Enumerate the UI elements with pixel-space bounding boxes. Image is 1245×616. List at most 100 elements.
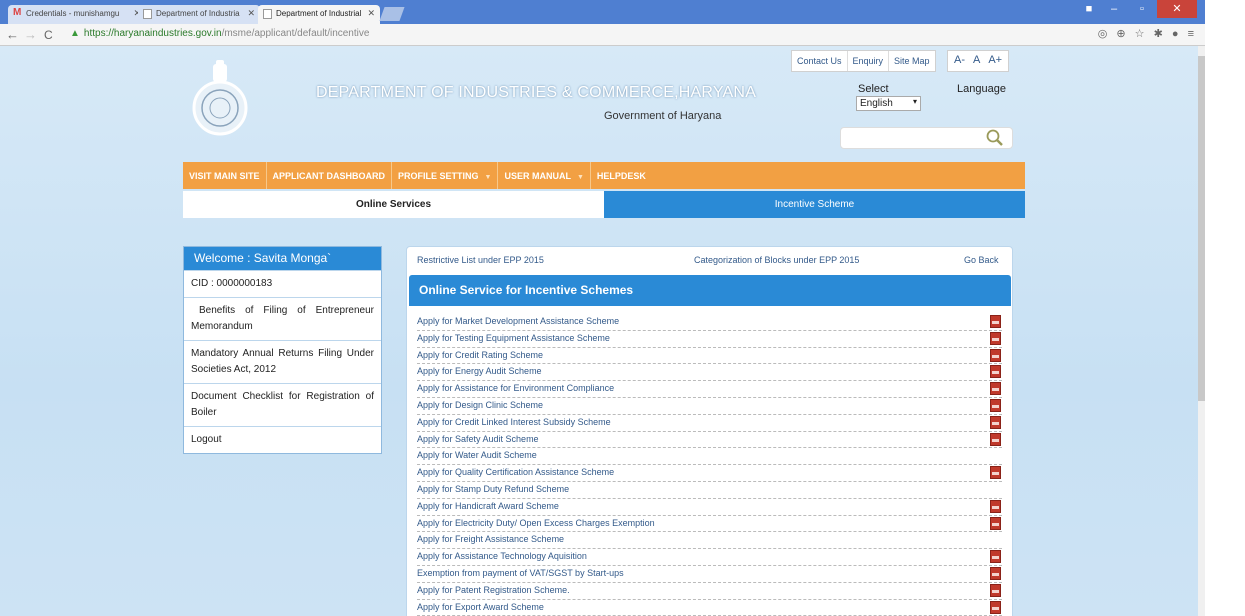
pdf-icon[interactable] xyxy=(990,550,1001,564)
scheme-link[interactable]: Apply for Testing Equipment Assistance S… xyxy=(417,333,610,343)
tab-incentive-scheme[interactable]: Incentive Scheme xyxy=(604,191,1025,218)
pdf-icon[interactable] xyxy=(990,348,1001,362)
browser-tab-dept-2[interactable]: Department of Industrial ✕ xyxy=(258,5,380,24)
new-tab-button[interactable] xyxy=(379,7,405,21)
scheme-row[interactable]: Apply for Market Development Assistance … xyxy=(417,314,1002,331)
pdf-icon[interactable] xyxy=(990,499,1001,513)
scheme-row[interactable]: Apply for Water Audit Scheme xyxy=(417,448,1002,466)
scheme-row[interactable]: Apply for Electricity Duty/ Open Excess … xyxy=(417,516,1002,533)
font-reset-button[interactable]: A xyxy=(973,54,980,71)
scheme-link[interactable]: Apply for Freight Assistance Scheme xyxy=(417,534,564,544)
url-field[interactable]: ▲ https://haryanaindustries.gov.in/msme/a… xyxy=(70,28,369,39)
close-tab-icon[interactable]: ✕ xyxy=(367,8,375,19)
menu-profile-setting[interactable]: PROFILE SETTING ▼ xyxy=(392,162,499,189)
tab-label: Credentials - munishamgu xyxy=(26,9,120,18)
menu-helpdesk[interactable]: HELPDESK xyxy=(591,162,652,189)
site-map-link[interactable]: Site Map xyxy=(889,51,935,71)
sidebar-item-entrepreneur-memorandum[interactable]: Benefits of Filing of Entrepreneur Memor… xyxy=(184,297,381,340)
caret-down-icon: ▼ xyxy=(576,174,584,181)
user-icon[interactable]: ■ xyxy=(1079,0,1099,18)
pdf-icon[interactable] xyxy=(990,382,1001,396)
window-controls: ■ – ▫ ✕ xyxy=(1079,0,1197,20)
scheme-link[interactable]: Apply for Credit Rating Scheme xyxy=(417,350,543,360)
minimize-icon[interactable]: – xyxy=(1101,0,1127,18)
scheme-row[interactable]: Apply for Export Award Scheme xyxy=(417,600,1002,616)
scheme-link[interactable]: Apply for Design Clinic Scheme xyxy=(417,400,543,410)
pdf-icon[interactable] xyxy=(990,331,1001,345)
scheme-row[interactable]: Apply for Testing Equipment Assistance S… xyxy=(417,331,1002,348)
search-icon[interactable] xyxy=(986,129,1004,147)
pdf-icon[interactable] xyxy=(990,432,1001,446)
scheme-row[interactable]: Apply for Credit Linked Interest Subsidy… xyxy=(417,415,1002,432)
tab-online-services[interactable]: Online Services xyxy=(183,191,604,218)
close-window-icon[interactable]: ✕ xyxy=(1157,0,1197,18)
forward-icon[interactable]: → xyxy=(24,27,37,42)
font-increase-button[interactable]: A+ xyxy=(988,54,1002,71)
scrollbar-thumb[interactable] xyxy=(1198,56,1205,401)
scheme-link[interactable]: Apply for Electricity Duty/ Open Excess … xyxy=(417,518,655,528)
pdf-icon[interactable] xyxy=(990,516,1001,530)
sidebar-item-boiler-checklist[interactable]: Document Checklist for Registration of B… xyxy=(184,383,381,426)
scheme-link[interactable]: Apply for Market Development Assistance … xyxy=(417,316,619,326)
scheme-link[interactable]: Apply for Quality Certification Assistan… xyxy=(417,467,614,477)
font-decrease-button[interactable]: A- xyxy=(954,54,965,71)
pdf-icon[interactable] xyxy=(990,566,1001,580)
scheme-link[interactable]: Apply for Energy Audit Scheme xyxy=(417,366,542,376)
pdf-icon[interactable] xyxy=(990,466,1001,480)
scheme-row[interactable]: Apply for Stamp Duty Refund Scheme xyxy=(417,482,1002,499)
scheme-link[interactable]: Apply for Water Audit Scheme xyxy=(417,450,537,460)
scheme-row[interactable]: Apply for Patent Registration Scheme. xyxy=(417,583,1002,600)
service-tabs: Online Services Incentive Scheme xyxy=(183,191,1025,218)
search-input[interactable] xyxy=(840,127,1013,149)
go-back-link[interactable]: Go Back xyxy=(964,255,999,265)
maximize-icon[interactable]: ▫ xyxy=(1129,0,1155,18)
scheme-link[interactable]: Apply for Patent Registration Scheme. xyxy=(417,585,570,595)
scheme-row[interactable]: Apply for Freight Assistance Scheme xyxy=(417,532,1002,550)
language-select[interactable]: English ▾ xyxy=(856,96,921,111)
scheme-row[interactable]: Apply for Assistance Technology Aquisiti… xyxy=(417,549,1002,566)
restrictive-list-link[interactable]: Restrictive List under EPP 2015 xyxy=(417,255,544,265)
scheme-link[interactable]: Apply for Assistance for Environment Com… xyxy=(417,383,614,393)
browser-tab-gmail[interactable]: M Credentials - munishamgu ✕ xyxy=(8,5,146,24)
scheme-link[interactable]: Exemption from payment of VAT/SGST by St… xyxy=(417,568,624,578)
font-size-controls: A- A A+ xyxy=(947,50,1010,72)
browser-toolbar-icons[interactable]: ◎ ⊕ ☆ ✱ ● ≡ xyxy=(1098,27,1197,40)
scheme-row[interactable]: Apply for Safety Audit Scheme xyxy=(417,432,1002,449)
incentive-panel: Restrictive List under EPP 2015 Categori… xyxy=(406,246,1013,616)
scheme-link[interactable]: Apply for Export Award Scheme xyxy=(417,602,544,612)
language-value: English xyxy=(860,98,893,109)
menu-visit-main-site[interactable]: VISIT MAIN SITE xyxy=(183,162,267,189)
lock-icon: ▲ xyxy=(70,28,80,39)
cid-value: CID : 0000000183 xyxy=(184,270,381,297)
pdf-icon[interactable] xyxy=(990,415,1001,429)
close-tab-icon[interactable]: ✕ xyxy=(247,8,255,19)
scheme-row[interactable]: Apply for Quality Certification Assistan… xyxy=(417,465,1002,482)
page-scrollbar[interactable] xyxy=(1198,46,1205,616)
scheme-row[interactable]: Apply for Energy Audit Scheme xyxy=(417,364,1002,382)
menu-user-manual[interactable]: USER MANUAL ▼ xyxy=(498,162,591,189)
scheme-link[interactable]: Apply for Stamp Duty Refund Scheme xyxy=(417,484,569,494)
scheme-link[interactable]: Apply for Handicraft Award Scheme xyxy=(417,501,559,511)
scheme-link[interactable]: Apply for Credit Linked Interest Subsidy… xyxy=(417,417,611,427)
back-icon[interactable]: ← xyxy=(6,27,19,42)
scheme-link[interactable]: Apply for Assistance Technology Aquisiti… xyxy=(417,551,587,561)
scheme-row[interactable]: Apply for Credit Rating Scheme xyxy=(417,348,1002,365)
scheme-row[interactable]: Apply for Handicraft Award Scheme xyxy=(417,499,1002,516)
pdf-icon[interactable] xyxy=(990,583,1001,597)
pdf-icon[interactable] xyxy=(990,315,1001,328)
enquiry-link[interactable]: Enquiry xyxy=(848,51,890,71)
menu-applicant-dashboard[interactable]: APPLICANT DASHBOARD xyxy=(267,162,393,189)
contact-us-link[interactable]: Contact Us xyxy=(792,51,848,71)
sidebar-item-annual-returns[interactable]: Mandatory Annual Returns Filing Under So… xyxy=(184,340,381,383)
pdf-icon[interactable] xyxy=(990,398,1001,412)
browser-tab-dept-1[interactable]: Department of Industria ✕ xyxy=(138,5,260,24)
scheme-row[interactable]: Apply for Assistance for Environment Com… xyxy=(417,381,1002,398)
pdf-icon[interactable] xyxy=(990,365,1001,379)
categorization-blocks-link[interactable]: Categorization of Blocks under EPP 2015 xyxy=(694,255,859,265)
scheme-row[interactable]: Apply for Design Clinic Scheme xyxy=(417,398,1002,415)
scheme-row[interactable]: Exemption from payment of VAT/SGST by St… xyxy=(417,566,1002,583)
pdf-icon[interactable] xyxy=(990,600,1001,614)
scheme-link[interactable]: Apply for Safety Audit Scheme xyxy=(417,434,539,444)
sidebar-item-logout[interactable]: Logout xyxy=(184,426,381,453)
reload-icon[interactable]: C xyxy=(44,28,53,42)
